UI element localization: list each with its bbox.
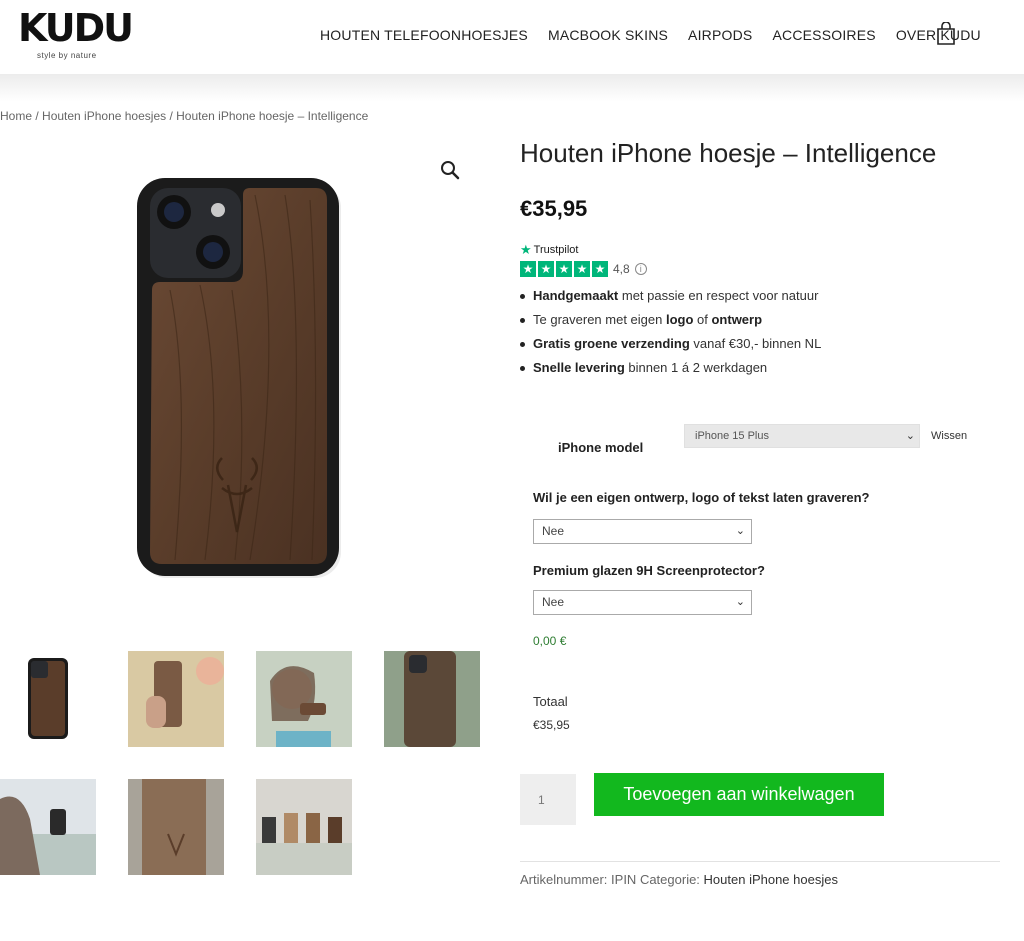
shopping-bag-icon[interactable] [936, 22, 956, 46]
model-select-value: iPhone 15 Plus [695, 430, 769, 442]
breadcrumb-separator: / [166, 109, 177, 123]
nav-macbook-skins[interactable]: MACBOOK SKINS [548, 27, 668, 43]
trustpilot-score: 4,8 [613, 262, 630, 276]
nav-houten-telefoonhoesjes[interactable]: HOUTEN TELEFOONHOESJES [320, 27, 528, 43]
gallery-thumbnail[interactable] [128, 779, 224, 875]
gallery-thumbnail[interactable] [256, 651, 352, 747]
screenprotector-select[interactable]: Nee ⌄ [533, 590, 752, 615]
gallery-thumbnail[interactable] [256, 779, 352, 875]
gallery-thumbnail[interactable] [0, 651, 96, 747]
engrave-select[interactable]: Nee ⌄ [533, 519, 752, 544]
list-item: Te graveren met eigen logo of ontwerp [519, 312, 821, 336]
quantity-input[interactable]: 1 [520, 774, 576, 825]
nav-airpods[interactable]: AIRPODS [688, 27, 752, 43]
engrave-select-value: Nee [542, 524, 565, 538]
sku-value: IPIN [611, 872, 637, 887]
kudu-logo[interactable]: KUDU style by nature [18, 8, 134, 64]
sku-label: Artikelnummer: [520, 872, 612, 887]
star-icon: ★ [520, 261, 536, 277]
trustpilot-widget[interactable]: ★ Trustpilot ★ ★ ★ ★ ★ 4,8 i [520, 242, 647, 277]
product-title: Houten iPhone hoesje – Intelligence [520, 138, 937, 168]
trustpilot-label: Trustpilot [533, 244, 579, 256]
chevron-down-icon: ⌄ [905, 430, 915, 442]
product-price: €35,95 [520, 196, 588, 221]
list-item: Snelle levering binnen 1 á 2 werkdagen [519, 360, 821, 384]
gallery-thumbnail[interactable] [128, 651, 224, 747]
star-icon: ★ [520, 242, 532, 257]
engrave-question: Wil je een eigen ontwerp, logo of tekst … [533, 490, 870, 505]
total-value: €35,95 [533, 718, 570, 732]
gallery-thumbnail[interactable] [384, 651, 480, 747]
product-meta: Artikelnummer: IPIN Categorie: Houten iP… [520, 872, 838, 887]
screenprotector-question: Premium glazen 9H Screenprotector? [533, 563, 765, 578]
model-select[interactable]: iPhone 15 Plus ⌄ [684, 424, 920, 448]
breadcrumb-separator: / [32, 109, 43, 123]
category-label: Categorie: [636, 872, 704, 887]
model-label: iPhone model [558, 440, 644, 455]
magnifier-icon[interactable] [439, 159, 461, 181]
breadcrumb-home[interactable]: Home [0, 109, 32, 123]
star-icon: ★ [574, 261, 590, 277]
logo-tagline: style by nature [37, 51, 97, 60]
list-item: Gratis groene verzending vanaf €30,- bin… [519, 336, 821, 360]
info-icon[interactable]: i [634, 263, 647, 275]
total-label: Totaal [533, 694, 568, 709]
addon-price: 0,00 € [533, 634, 567, 648]
chevron-down-icon: ⌄ [735, 596, 745, 608]
main-nav: HOUTEN TELEFOONHOESJES MACBOOK SKINS AIR… [320, 27, 1001, 43]
header-shadow [0, 74, 1024, 102]
gallery-thumbnail[interactable] [0, 779, 96, 875]
star-icon: ★ [556, 261, 572, 277]
add-to-cart-button[interactable]: Toevoegen aan winkelwagen [594, 773, 884, 816]
star-icon: ★ [538, 261, 554, 277]
screenprotector-select-value: Nee [542, 595, 565, 609]
chevron-down-icon: ⌄ [735, 525, 745, 537]
breadcrumb: Home / Houten iPhone hoesjes / Houten iP… [0, 109, 368, 123]
feature-list: Handgemaakt met passie en respect voor n… [519, 288, 821, 384]
clear-link[interactable]: Wissen [931, 430, 967, 442]
category-link[interactable]: Houten iPhone hoesjes [704, 872, 838, 887]
breadcrumb-current: Houten iPhone hoesje – Intelligence [176, 109, 369, 123]
site-header: KUDU style by nature HOUTEN TELEFOONHOES… [0, 0, 1024, 74]
logo-wordmark: KUDU [18, 6, 134, 50]
divider [520, 861, 1000, 862]
list-item: Handgemaakt met passie en respect voor n… [519, 288, 821, 312]
star-icon: ★ [592, 261, 608, 277]
breadcrumb-category[interactable]: Houten iPhone hoesjes [42, 109, 166, 123]
product-main-image[interactable] [0, 140, 480, 630]
nav-accessoires[interactable]: ACCESSOIRES [772, 27, 875, 43]
